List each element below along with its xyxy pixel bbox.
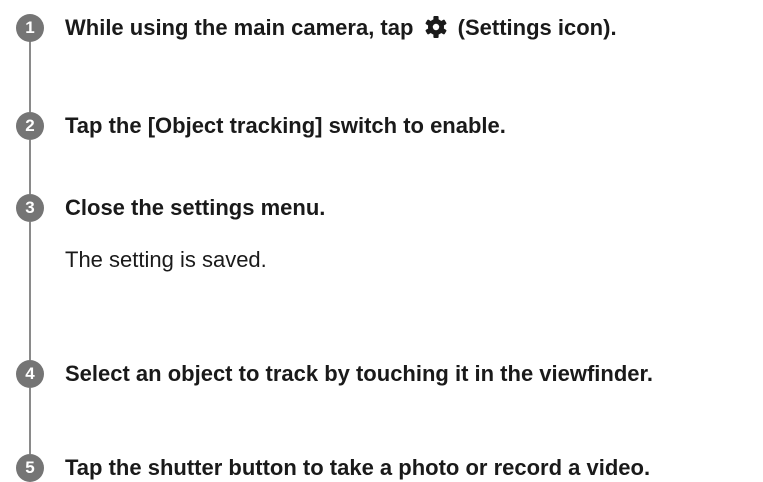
timeline-line bbox=[29, 388, 31, 454]
gear-icon bbox=[424, 15, 448, 39]
step-title: Tap the [Object tracking] switch to enab… bbox=[65, 113, 506, 138]
step-title-text: (Settings icon). bbox=[457, 15, 617, 40]
step-number-badge: 1 bbox=[16, 14, 44, 42]
step-note: The setting is saved. bbox=[65, 247, 267, 272]
steps-list: 1 While using the main camera, tap (Sett… bbox=[0, 0, 763, 482]
timeline-line bbox=[29, 222, 31, 360]
step-title: Tap the shutter button to take a photo o… bbox=[65, 455, 651, 480]
step-title: While using the main camera, tap (Settin… bbox=[65, 14, 617, 42]
step-number-badge: 2 bbox=[16, 112, 44, 140]
timeline-line bbox=[29, 40, 31, 112]
step-title-text: While using the main camera, tap bbox=[65, 15, 414, 40]
step-title: Close the settings menu. bbox=[65, 195, 326, 220]
step-number-badge: 4 bbox=[16, 360, 44, 388]
step-number-badge: 3 bbox=[16, 194, 44, 222]
step-number-badge: 5 bbox=[16, 454, 44, 482]
timeline-line bbox=[29, 140, 31, 194]
step-title: Select an object to track by touching it… bbox=[65, 361, 653, 386]
